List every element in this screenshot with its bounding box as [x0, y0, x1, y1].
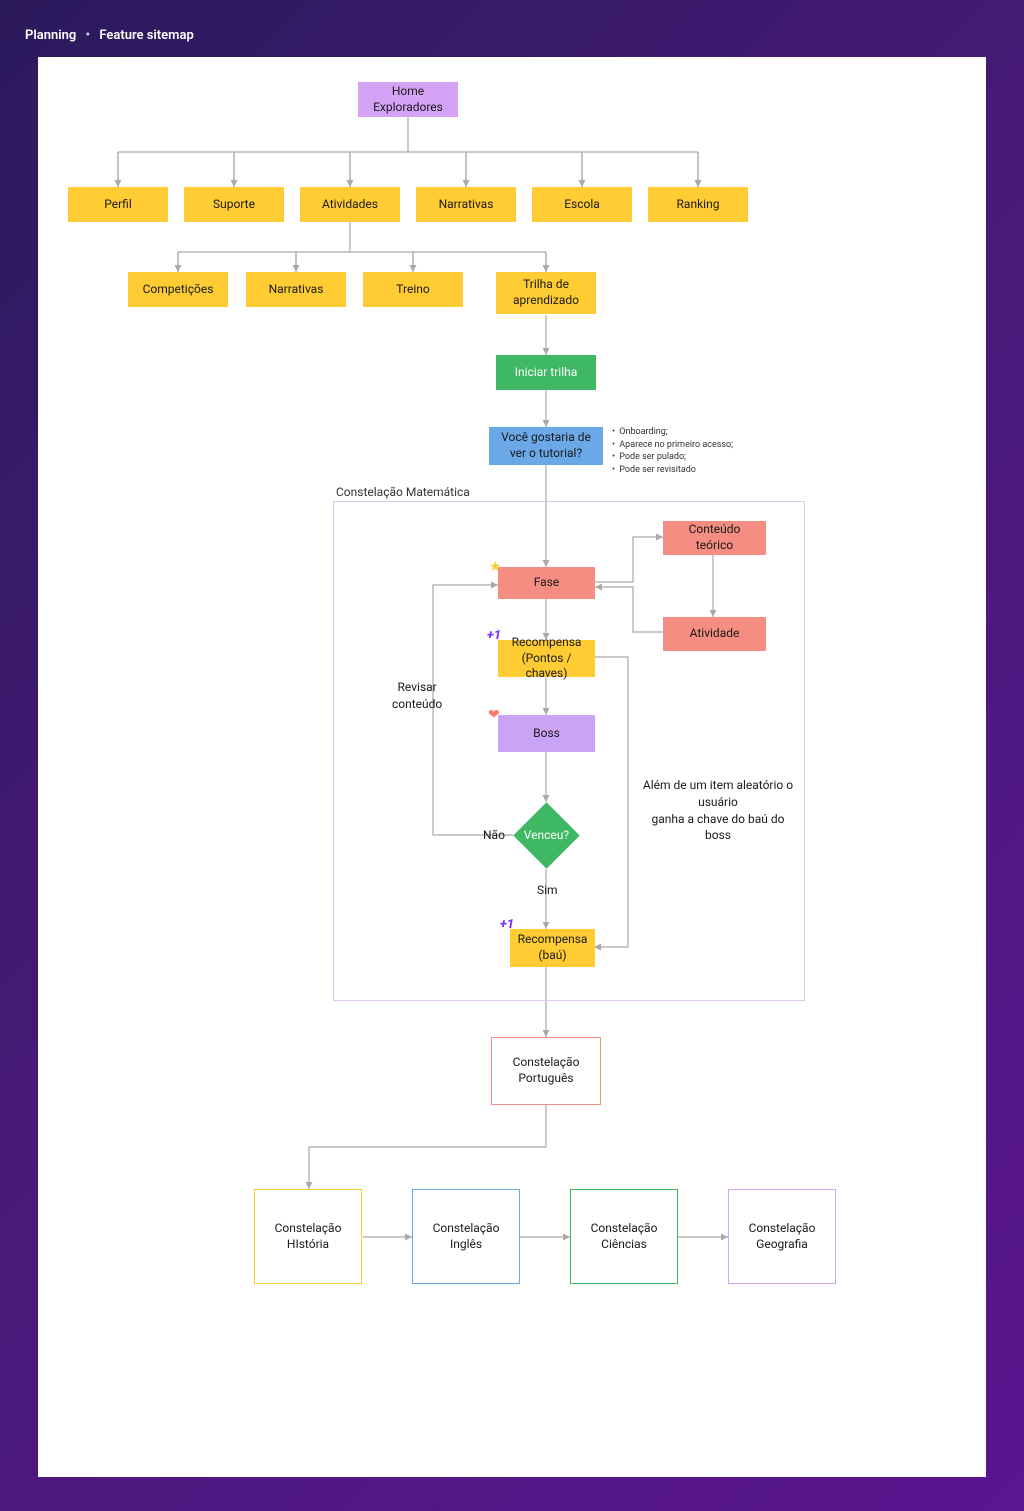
node-narrativas[interactable]: Narrativas [416, 187, 516, 222]
label-sim: Sim [537, 882, 558, 899]
node-ranking[interactable]: Ranking [648, 187, 748, 222]
node-treino[interactable]: Treino [363, 272, 463, 307]
label-alem: Além de um item aleatório o usuárioganha… [638, 777, 798, 844]
tutorial-notes: Onboarding;Aparece no primeiro acesso;Po… [612, 426, 733, 476]
node-atividade[interactable]: Atividade [663, 617, 766, 651]
node-historia[interactable]: ConstelaçãoHIstória [254, 1189, 362, 1284]
node-escola[interactable]: Escola [532, 187, 632, 222]
node-competicoes[interactable]: Competições [128, 272, 228, 307]
label-revisar: Revisarconteúdo [392, 679, 442, 713]
node-trilha[interactable]: Trilha deaprendizado [496, 272, 596, 314]
node-boss[interactable]: Boss [498, 715, 595, 752]
breadcrumb-separator: • [86, 28, 91, 43]
node-conteudo[interactable]: Conteúdo teórico [663, 521, 766, 555]
node-atividades[interactable]: Atividades [300, 187, 400, 222]
node-geografia[interactable]: ConstelaçãoGeografia [728, 1189, 836, 1284]
node-perfil[interactable]: Perfil [68, 187, 168, 222]
breadcrumb-section: Planning [25, 28, 76, 43]
diagram-canvas: HomeExploradores Perfil Suporte Atividad… [38, 57, 986, 1477]
node-home[interactable]: HomeExploradores [358, 82, 458, 117]
node-tutorial[interactable]: Você gostaria dever o tutorial? [489, 427, 603, 465]
node-narrativas2[interactable]: Narrativas [246, 272, 346, 307]
node-recompensa2[interactable]: Recompensa(baú) [510, 929, 595, 967]
node-recompensa1[interactable]: Recompensa(Pontos / chaves) [498, 640, 595, 677]
frame-title: Constelação Matemática [336, 485, 470, 499]
node-fase[interactable]: Fase [498, 567, 595, 599]
label-nao: Não [483, 827, 505, 844]
node-ingles[interactable]: ConstelaçãoInglês [412, 1189, 520, 1284]
node-suporte[interactable]: Suporte [184, 187, 284, 222]
node-iniciar[interactable]: Iniciar trilha [496, 355, 596, 390]
breadcrumb-page: Feature sitemap [99, 28, 193, 43]
node-ciencias[interactable]: ConstelaçãoCiências [570, 1189, 678, 1284]
node-portugues[interactable]: ConstelaçãoPortuguês [491, 1037, 601, 1105]
